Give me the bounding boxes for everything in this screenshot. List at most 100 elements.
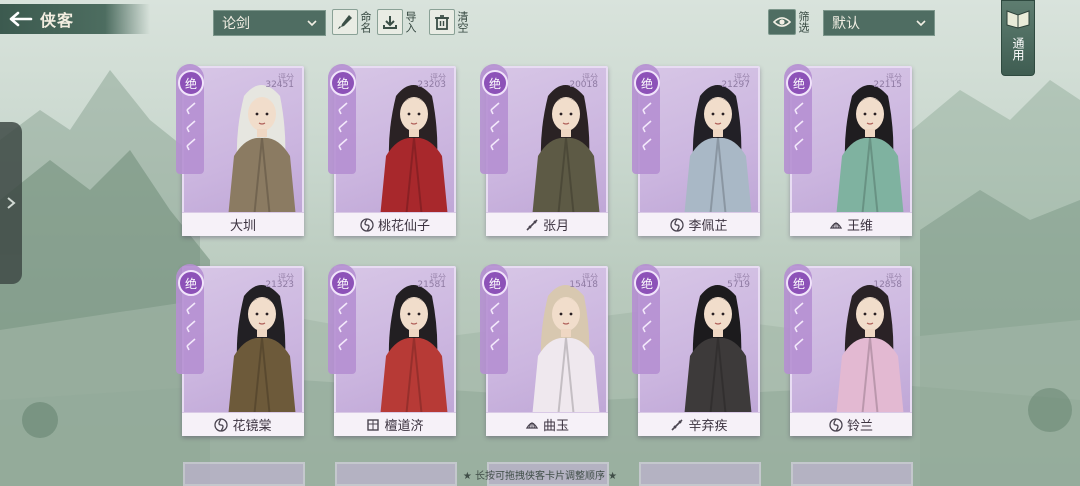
hero-card[interactable]: 评分 21323 绝花镜棠 — [176, 262, 304, 442]
import-button[interactable]: 导入 — [377, 8, 417, 36]
sort-dropdown[interactable]: 默认 — [823, 10, 935, 36]
hero-name: 李佩芷 — [688, 219, 728, 234]
brush-icon — [332, 9, 358, 35]
rank-badge: 绝 — [634, 70, 660, 96]
page-title: 侠客 — [40, 11, 75, 30]
hero-portrait — [228, 85, 296, 218]
hero-name: 花镜棠 — [232, 419, 272, 434]
hero-name: 张月 — [542, 219, 569, 234]
score-value: 21323 — [265, 280, 294, 290]
rename-label: 命名 — [359, 11, 372, 33]
hero-name: 王维 — [846, 219, 873, 234]
hero-card[interactable]: 评分 15418 绝曲玉 — [480, 262, 608, 442]
hero-card[interactable]: 评分 5719 绝辛弃疾 — [632, 262, 760, 442]
score-value: 5719 — [727, 280, 750, 290]
name-bar: 花镜棠 — [182, 412, 304, 436]
score-value: 21297 — [721, 80, 750, 90]
category-dropdown[interactable]: 论剑 — [213, 10, 326, 36]
name-bar: 桃花仙子 — [334, 212, 456, 236]
sword-marks-icon — [490, 302, 500, 351]
sword-marks-icon — [338, 102, 348, 151]
hero-name: 辛弃疾 — [688, 419, 728, 434]
hero-portrait — [532, 85, 600, 218]
score-value: 23203 — [417, 80, 446, 90]
hero-card[interactable]: 评分 21297 绝李佩芷 — [632, 62, 760, 242]
sword-marks-icon — [642, 102, 652, 151]
filter-button[interactable]: 筛选 — [768, 8, 810, 36]
score-value: 12858 — [873, 280, 902, 290]
swirl-school-icon — [829, 417, 843, 432]
hero-name: 大圳 — [229, 219, 256, 234]
armor-school-icon — [367, 418, 380, 431]
name-bar: 大圳 — [182, 212, 304, 236]
sword-marks-icon — [490, 102, 500, 151]
drag-hint: ★ 长按可拖拽侠客卡片调整顺序 ★ — [462, 471, 618, 482]
hero-portrait — [532, 285, 600, 418]
sword-marks-icon — [186, 102, 196, 151]
score-value: 15418 — [569, 280, 598, 290]
name-bar: 檀道济 — [334, 412, 456, 436]
hero-name: 曲玉 — [542, 419, 569, 434]
rank-badge: 绝 — [330, 70, 356, 96]
name-bar: 张月 — [486, 212, 608, 236]
side-expand-tab[interactable] — [0, 122, 22, 284]
name-bar: 李佩芷 — [638, 212, 760, 236]
back-button[interactable]: 侠客 — [0, 4, 150, 34]
clear-button[interactable]: 清空 — [429, 8, 469, 36]
score-value: 20018 — [569, 80, 598, 90]
filter-label: 筛选 — [797, 11, 810, 33]
rank-badge: 绝 — [330, 270, 356, 296]
hero-portrait — [836, 285, 904, 418]
hero-name: 桃花仙子 — [377, 219, 430, 234]
hero-name: 檀道济 — [384, 419, 424, 434]
hero-card[interactable]: 评分 22115 绝王维 — [784, 62, 912, 242]
hero-portrait — [380, 285, 448, 418]
score-value: 22115 — [873, 80, 902, 90]
score-value: 21581 — [417, 280, 446, 290]
score-value: 32451 — [265, 80, 294, 90]
clear-label: 清空 — [456, 11, 469, 33]
hero-card[interactable]: 评分 12858 绝铃兰 — [784, 262, 912, 442]
eye-icon — [768, 9, 796, 35]
rank-badge: 绝 — [482, 270, 508, 296]
rank-badge: 绝 — [786, 70, 812, 96]
hero-portrait — [684, 285, 752, 418]
hero-portrait — [836, 85, 904, 218]
name-bar: 铃兰 — [790, 412, 912, 436]
rename-button[interactable]: 命名 — [332, 8, 372, 36]
fan-school-icon — [829, 221, 843, 229]
sword-marks-icon — [794, 102, 804, 151]
sword-marks-icon — [794, 302, 804, 351]
hero-card[interactable]: 评分 32451 绝大圳 — [176, 62, 304, 242]
sword-marks-icon — [186, 302, 196, 351]
chevron-down-icon — [916, 20, 926, 27]
sword-marks-icon — [642, 302, 652, 351]
category-value: 论剑 — [222, 16, 250, 32]
blade-school-icon — [671, 418, 684, 431]
rank-badge: 绝 — [178, 70, 204, 96]
hero-portrait — [684, 85, 752, 218]
swirl-school-icon — [214, 417, 229, 432]
trash-icon — [429, 9, 455, 35]
rank-badge: 绝 — [786, 270, 812, 296]
book-icon — [1006, 10, 1030, 29]
chevron-right-icon — [7, 197, 16, 209]
hero-portrait — [228, 285, 296, 418]
rank-badge: 绝 — [634, 270, 660, 296]
hero-card[interactable]: 评分 20018 绝张月 — [480, 62, 608, 242]
drag-hint-text: 长按可拖拽侠客卡片调整顺序 — [475, 471, 605, 482]
fan-school-icon — [525, 421, 539, 429]
sword-marks-icon — [338, 302, 348, 351]
name-bar: 王维 — [790, 212, 912, 236]
name-bar: 曲玉 — [486, 412, 608, 436]
apply-label: 通用 — [1011, 37, 1025, 61]
hero-name: 铃兰 — [846, 419, 873, 434]
name-bar: 辛弃疾 — [638, 412, 760, 436]
blade-school-icon — [526, 218, 538, 231]
swirl-school-icon — [360, 217, 374, 232]
sort-value: 默认 — [832, 16, 860, 32]
hero-card[interactable]: 评分 23203 绝桃花仙子 — [328, 62, 456, 242]
apply-all-button[interactable]: 通用 — [1001, 0, 1035, 76]
hero-card[interactable]: 评分 21581 绝檀道济 — [328, 262, 456, 442]
hero-portrait — [380, 85, 448, 218]
